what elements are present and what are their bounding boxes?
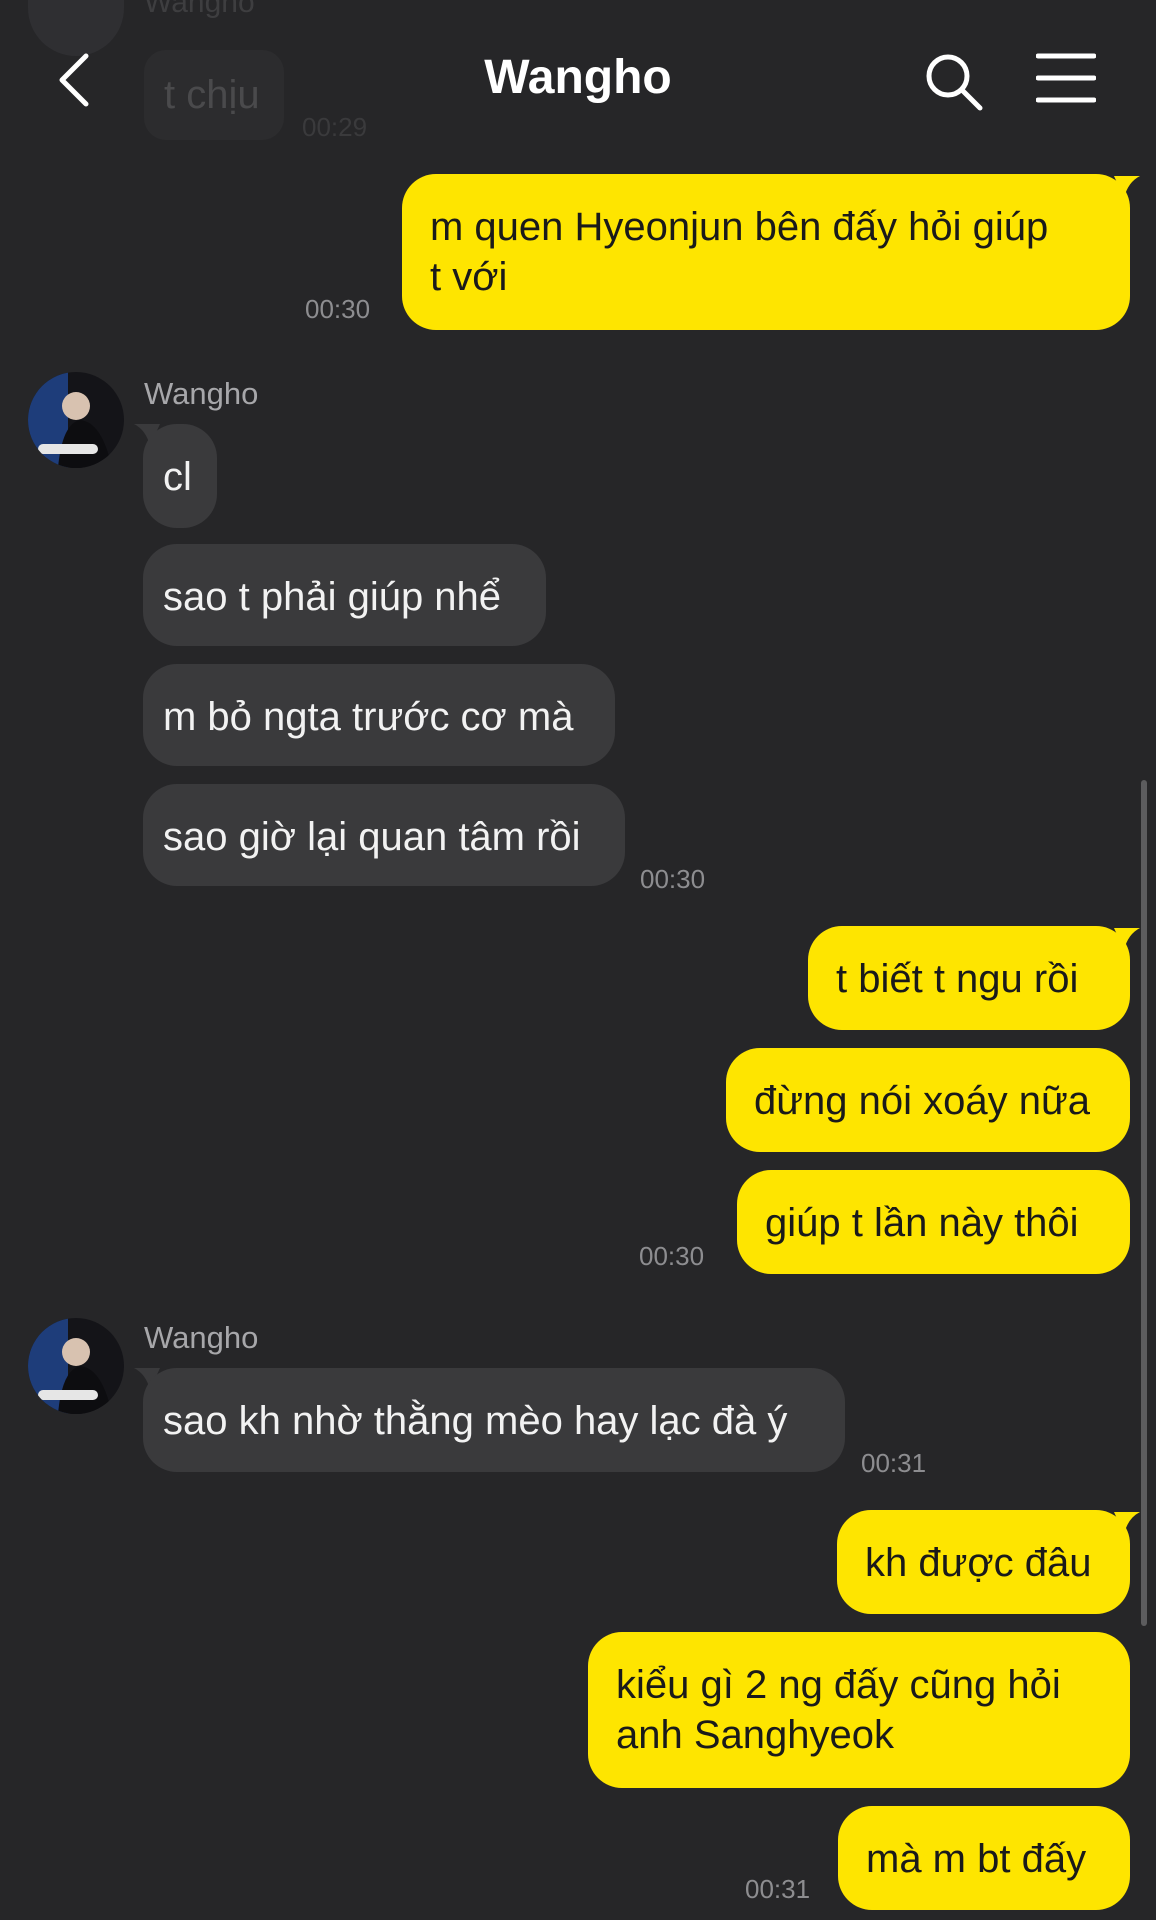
outgoing-message[interactable]: kiểu gì 2 ng đấy cũng hỏi anh Sanghyeok xyxy=(588,1632,1130,1788)
chat-window: Wangho t chịu 00:29 Wangho 00:30 m quen … xyxy=(0,0,1156,1920)
incoming-message[interactable]: m bỏ ngta trước cơ mà xyxy=(143,664,615,766)
scrollbar[interactable] xyxy=(1141,780,1147,1626)
avatar[interactable] xyxy=(28,1318,124,1414)
outgoing-message[interactable]: kh được đâu xyxy=(837,1510,1130,1614)
search-icon xyxy=(926,54,983,111)
message-text: anh Sanghyeok xyxy=(616,1713,895,1757)
avatar-image xyxy=(28,372,124,468)
outgoing-message[interactable]: đừng nói xoáy nữa xyxy=(726,1048,1130,1152)
message-text: đừng nói xoáy nữa xyxy=(754,1079,1090,1123)
message-text: kh được đâu xyxy=(865,1541,1092,1585)
outgoing-message[interactable]: m quen Hyeonjun bên đấy hỏi giúp t với xyxy=(402,174,1130,330)
message-text: kiểu gì 2 ng đấy cũng hỏi xyxy=(616,1663,1061,1707)
message-time: 00:30 xyxy=(305,294,371,324)
message-text: sao t phải giúp nhể xyxy=(163,575,502,619)
message-text: sao kh nhờ thằng mèo hay lạc đà ý xyxy=(163,1399,788,1443)
hamburger-menu-icon xyxy=(1035,53,1097,103)
menu-button[interactable] xyxy=(1035,52,1097,104)
bubble-tail xyxy=(1114,176,1140,198)
message-time: 00:30 xyxy=(639,1241,705,1271)
message-text: giúp t lần này thôi xyxy=(765,1201,1079,1245)
incoming-message[interactable]: sao giờ lại quan tâm rồi xyxy=(143,784,625,886)
chat-header: Wangho xyxy=(0,0,1156,160)
incoming-message[interactable]: sao t phải giúp nhể xyxy=(143,544,546,646)
search-button[interactable] xyxy=(922,50,986,114)
bubble-tail xyxy=(1114,1512,1140,1534)
outgoing-message[interactable]: mà m bt đấy xyxy=(838,1806,1130,1910)
message-time: 00:31 xyxy=(861,1448,927,1478)
message-text: m quen Hyeonjun bên đấy hỏi giúp xyxy=(430,205,1049,249)
message-text: mà m bt đấy xyxy=(866,1837,1087,1881)
outgoing-message[interactable]: giúp t lần này thôi xyxy=(737,1170,1130,1274)
sender-name: Wangho xyxy=(144,1320,259,1355)
message-text: t biết t ngu rồi xyxy=(836,957,1079,1001)
incoming-message[interactable]: sao kh nhờ thằng mèo hay lạc đà ý xyxy=(143,1368,845,1472)
message-text: sao giờ lại quan tâm rồi xyxy=(163,815,581,859)
message-text: m bỏ ngta trước cơ mà xyxy=(163,695,574,739)
incoming-message[interactable]: cl xyxy=(143,424,217,528)
message-text: t với xyxy=(430,255,508,299)
outgoing-message[interactable]: t biết t ngu rồi xyxy=(808,926,1130,1030)
message-time: 00:30 xyxy=(640,864,706,894)
avatar-image xyxy=(28,1318,124,1414)
bubble-tail xyxy=(1114,928,1140,950)
message-text: cl xyxy=(163,455,192,499)
sender-name: Wangho xyxy=(144,376,259,411)
avatar[interactable] xyxy=(28,372,124,468)
message-time: 00:31 xyxy=(745,1874,811,1904)
